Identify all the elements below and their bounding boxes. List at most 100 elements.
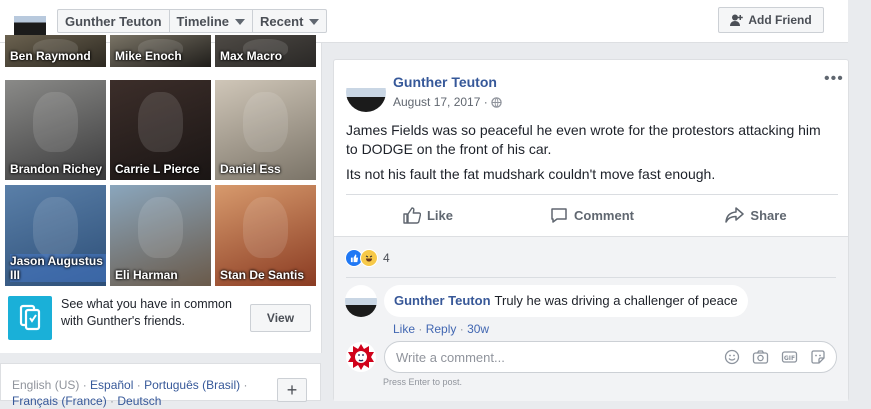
add-friend-icon: [730, 14, 744, 26]
camera-icon[interactable]: [752, 349, 769, 365]
language-separator: ·: [240, 378, 248, 392]
post-author-avatar[interactable]: [346, 72, 386, 112]
language-separator: ·: [133, 378, 145, 392]
friend-photo: [138, 197, 183, 258]
reactions-summary[interactable]: 4: [345, 249, 390, 267]
profile-nav-tabs: Gunther Teuton Timeline Recent: [57, 9, 328, 33]
friend-photo: [243, 92, 288, 152]
chevron-down-icon: [235, 19, 246, 25]
friend-photo: [33, 92, 78, 152]
sticker-icon[interactable]: [810, 349, 826, 365]
post-date-separator: ·: [483, 95, 488, 109]
language-link[interactable]: Português (Brasil): [144, 378, 240, 392]
friend-name[interactable]: Eli Harman: [115, 268, 178, 282]
language-current: English (US): [12, 378, 80, 392]
emoji-icon[interactable]: [724, 349, 740, 365]
chevron-down-icon: [309, 19, 320, 25]
view-common-button[interactable]: View: [250, 304, 311, 332]
friend-tile[interactable]: Eli Harman: [110, 185, 211, 286]
viewer-avatar: [345, 341, 377, 373]
like-label: Like: [426, 207, 453, 223]
language-list: English (US) · Español · Português (Bras…: [12, 377, 272, 409]
friend-photo: [243, 197, 288, 258]
like-button[interactable]: Like: [346, 195, 510, 235]
friend-tile[interactable]: Mike Enoch: [110, 35, 211, 67]
add-language-button[interactable]: +: [277, 378, 307, 402]
comment-text: Truly he was driving a challenger of pea…: [494, 293, 738, 308]
tab-recent[interactable]: Recent: [253, 10, 326, 32]
add-friend-button[interactable]: Add Friend: [718, 7, 824, 33]
friend-tile[interactable]: Jason Augustus III: [5, 185, 106, 286]
friend-name[interactable]: Daniel Ess: [220, 162, 281, 176]
right-gutter: [848, 0, 871, 401]
divider: [346, 277, 836, 278]
common-friends-text: See what you have in common with Gunther…: [61, 297, 232, 328]
language-selector: English (US) · Español · Português (Bras…: [0, 363, 321, 408]
friend-name[interactable]: Mike Enoch: [115, 49, 182, 63]
svg-text:GIF: GIF: [784, 355, 795, 362]
share-label: Share: [750, 207, 787, 223]
friend-name[interactable]: Carrie L Pierce: [115, 162, 200, 176]
comments-section: 4 Gunther Teuton Truly he was driving a c…: [334, 236, 848, 401]
post-timestamp: August 17, 2017 ·: [393, 95, 502, 109]
post-card: Gunther Teuton August 17, 2017 · ••• Jam…: [333, 59, 849, 401]
thumbs-up-icon: [403, 206, 421, 224]
friend-tile[interactable]: Max Macro: [215, 35, 316, 67]
post-hint: Press Enter to post.: [383, 377, 463, 387]
friend-name[interactable]: Jason Augustus III: [10, 254, 106, 282]
comment-bubble: Gunther Teuton Truly he was driving a cha…: [384, 285, 748, 317]
globe-icon: [491, 96, 502, 108]
language-separator: ·: [106, 394, 118, 408]
friends-common-icon: [8, 296, 52, 340]
tab-profile-name-label: Gunther Teuton: [65, 14, 162, 29]
comment-button[interactable]: Comment: [510, 195, 674, 235]
comment-input[interactable]: Write a comment... GIF: [384, 341, 837, 373]
friend-tile[interactable]: Carrie L Pierce: [110, 80, 211, 180]
comment-meta: Like · Reply · 30w: [393, 322, 489, 336]
tab-profile-name[interactable]: Gunther Teuton: [58, 10, 170, 32]
friend-tile[interactable]: Daniel Ess: [215, 80, 316, 180]
post-body: James Fields was so peaceful he even wro…: [346, 121, 836, 190]
gif-icon[interactable]: GIF: [781, 349, 798, 365]
comment-like-link[interactable]: Like: [393, 322, 415, 336]
friend-name[interactable]: Ben Raymond: [10, 49, 91, 63]
comment-age[interactable]: 30w: [467, 322, 489, 336]
post-date[interactable]: August 17, 2017: [393, 95, 480, 109]
friend-name[interactable]: Max Macro: [220, 49, 282, 63]
friend-photo: [138, 92, 183, 152]
tab-timeline-label: Timeline: [176, 14, 230, 29]
language-link[interactable]: Deutsch: [117, 394, 161, 408]
comment-placeholder: Write a comment...: [396, 350, 505, 365]
language-link[interactable]: Español: [90, 378, 133, 392]
friend-tile[interactable]: Brandon Richey: [5, 80, 106, 180]
comment-author-name[interactable]: Gunther Teuton: [394, 293, 491, 308]
comment-label: Comment: [574, 207, 634, 223]
common-friends-box: See what you have in common with Gunther…: [8, 296, 313, 346]
friend-photo: [33, 197, 78, 258]
comment-reply-link[interactable]: Reply: [426, 322, 457, 336]
post-paragraph: Its not his fault the fat mudshark could…: [346, 166, 716, 182]
language-link[interactable]: Français (France): [12, 394, 107, 408]
comment-input-icons: GIF: [724, 349, 826, 365]
post-author-name[interactable]: Gunther Teuton: [393, 74, 497, 90]
haha-reaction-icon: [360, 249, 378, 267]
reaction-count: 4: [383, 251, 390, 265]
friend-tile[interactable]: Ben Raymond: [5, 35, 106, 67]
language-separator: ·: [79, 378, 91, 392]
comment-author-avatar[interactable]: [345, 285, 377, 317]
comment-meta-separator: ·: [418, 322, 423, 336]
friend-name[interactable]: Brandon Richey: [10, 162, 102, 176]
friend-name[interactable]: Stan De Santis: [220, 268, 304, 282]
comment-icon: [551, 207, 567, 223]
profile-avatar-thumbnail[interactable]: [14, 5, 46, 37]
friend-tile[interactable]: Stan De Santis: [215, 185, 316, 286]
more-options-icon[interactable]: •••: [824, 70, 844, 88]
share-icon: [725, 207, 745, 223]
share-button[interactable]: Share: [674, 195, 838, 235]
friends-grid: Ben Raymond Mike Enoch Max Macro Brandon Ri…: [0, 35, 322, 353]
comment-meta-separator: ·: [459, 322, 464, 336]
tab-recent-label: Recent: [260, 14, 304, 29]
tab-timeline[interactable]: Timeline: [170, 10, 254, 32]
post-paragraph: James Fields was so peaceful he even wro…: [346, 122, 821, 157]
add-friend-label: Add Friend: [748, 13, 812, 27]
